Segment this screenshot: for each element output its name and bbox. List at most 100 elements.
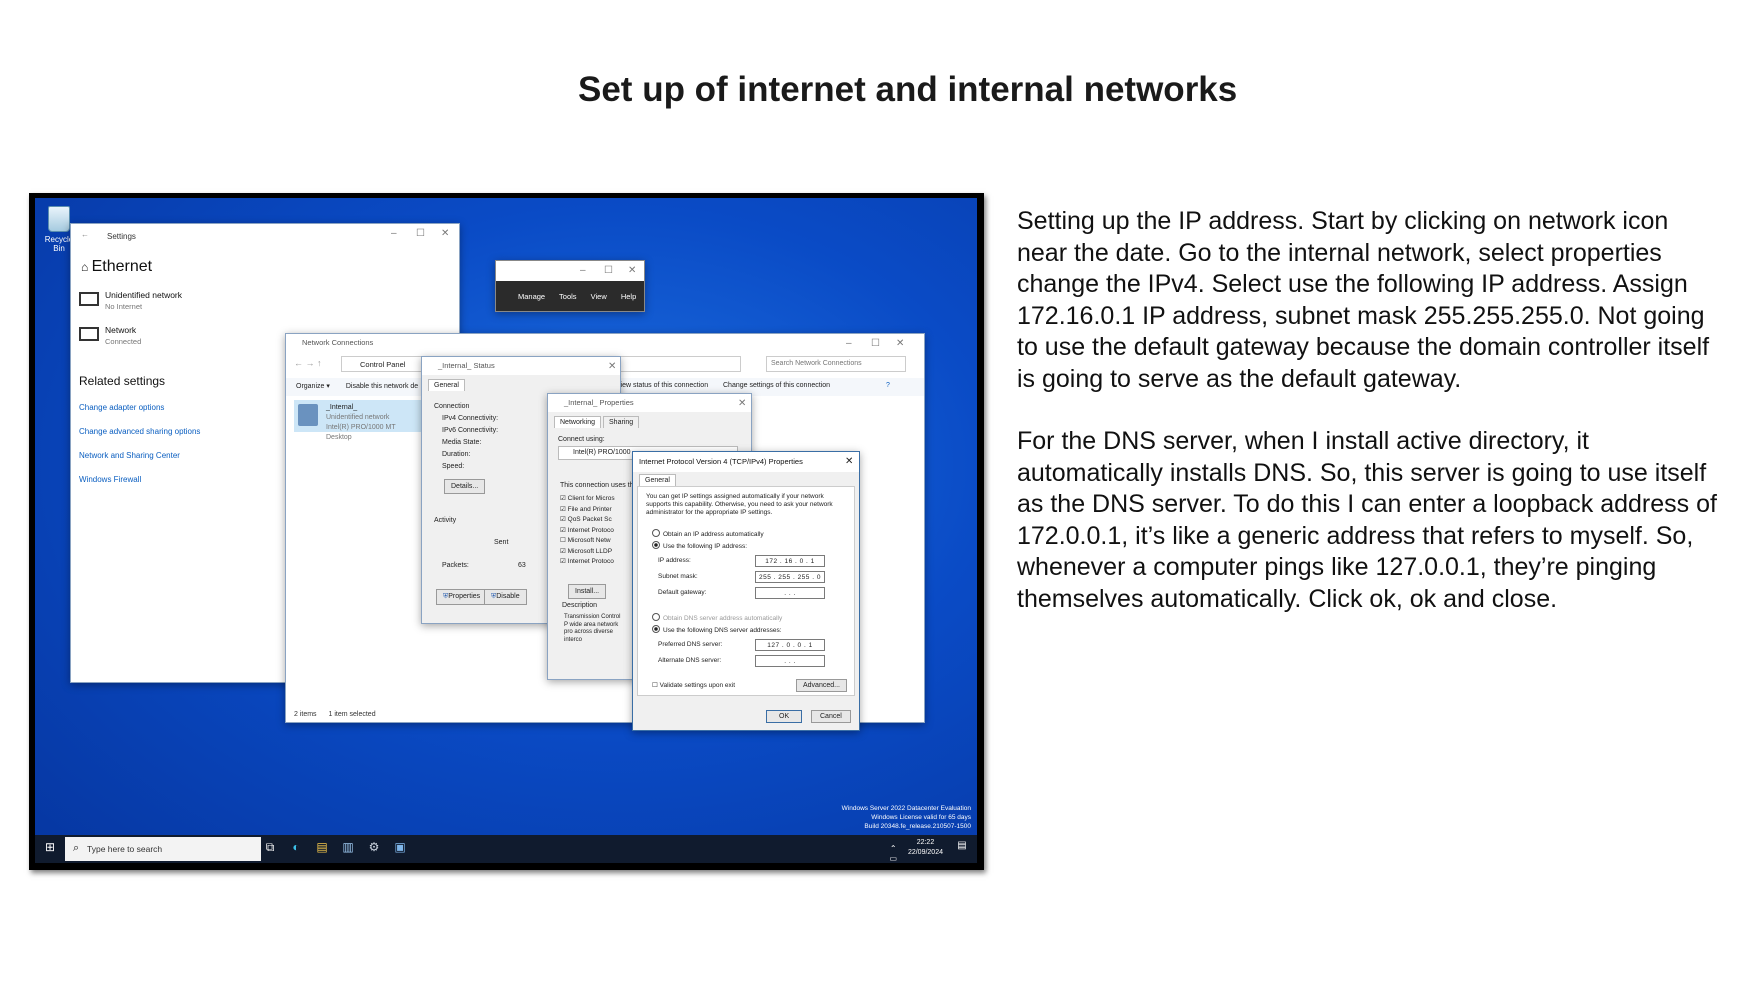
desktop: Recycle Bin ← Settings – ☐ ✕ ⌂ Ethernet … [35,198,977,863]
list-item[interactable]: ☑ Client for Micros [560,494,630,505]
properties-button-label: Properties [448,593,481,600]
list-item[interactable]: ☑ Microsoft LLDP [560,547,630,558]
home-icon: ⌂ [81,260,92,274]
minimize-icon[interactable]: – [846,338,852,349]
properties-button[interactable]: ⛨Properties [436,589,488,605]
list-item[interactable]: ☑ File and Printer [560,505,630,516]
search-input[interactable]: Search Network Connections [766,356,906,372]
watermark-line: Windows License valid for 65 days [871,814,971,821]
connect-using-label: Connect using: [558,436,605,443]
windows-watermark: Windows Server 2022 Datacenter Evaluatio… [842,804,971,831]
edge-icon[interactable]: ◐ [287,840,305,858]
start-windows-icon[interactable]: ⊞ [41,840,59,858]
disable-button-label: Disable [496,593,520,600]
obtain-dns-radio[interactable]: Obtain DNS server address automatically [652,613,782,622]
close-icon[interactable]: ✕ [896,338,904,349]
advanced-button[interactable]: Advanced... [796,679,847,692]
clock-time[interactable]: 22:22 [908,838,943,848]
ip-address-field[interactable]: 172 . 16 . 0 . 1 [755,555,825,567]
slide: Set up of internet and internal networks… [0,0,1743,988]
server-manager-icon[interactable]: ▥ [339,840,357,858]
maximize-icon[interactable]: ☐ [604,265,613,276]
ok-button[interactable]: OK [766,710,803,723]
ip-address-label: IP address: [658,557,691,564]
minimize-icon[interactable]: – [391,228,397,239]
taskbar-search-input[interactable]: Type here to search [65,837,261,861]
activity-heading: Activity [434,517,457,524]
list-item[interactable]: ☑ Internet Protoco [560,557,630,568]
view-status-button[interactable]: View status of this connection [616,382,708,389]
connection-adapter: Intel(R) PRO/1000 MT Desktop [326,424,396,441]
file-explorer-icon[interactable]: ▤ [313,840,331,858]
network-connections-icon[interactable]: ▣ [391,840,409,858]
alternate-dns-field[interactable]: . . . [755,655,825,667]
tab-sharing[interactable]: Sharing [603,416,640,428]
install-button[interactable]: Install... [568,584,607,599]
notification-icon[interactable]: ▤ [953,840,971,858]
default-gateway-label: Default gateway: [658,589,707,596]
disable-button[interactable]: ⛨Disable [484,589,527,605]
organize-button[interactable]: Organize ▾ [296,383,330,390]
list-item[interactable]: ☐ Microsoft Netw [560,536,630,547]
change-settings-button[interactable]: Change settings of this connection [723,382,830,389]
task-view-icon[interactable]: ⧉ [261,840,279,858]
close-icon[interactable]: ✕ [608,361,616,372]
help-icon[interactable]: ? [886,382,890,389]
network-item-unidentified[interactable]: Unidentified network No Internet [71,276,459,311]
network-name: Network [105,325,137,335]
settings-titlebar: ← Settings – ☐ ✕ [71,224,459,246]
subnet-mask-label: Subnet mask: [658,573,698,580]
list-item-label: Microsoft LLDP [567,547,613,555]
ethernet-heading: Ethernet [91,258,153,275]
network-status: Connected [105,337,142,346]
details-button[interactable]: Details... [444,479,486,494]
slide-title: Set up of internet and internal networks [578,70,1238,109]
obtain-ip-radio[interactable]: Obtain an IP address automatically [652,529,764,538]
maximize-icon[interactable]: ☐ [416,228,425,239]
preferred-dns-label: Preferred DNS server: [658,641,723,648]
description-text: Transmission Control P wide area network… [564,614,621,643]
settings-window-title: Settings [107,232,136,241]
tab-general[interactable]: General [428,379,465,391]
default-gateway-field[interactable]: . . . [755,587,825,599]
connection-name: _Internal_ [326,404,358,411]
alternate-dns-label: Alternate DNS server: [658,657,722,664]
preferred-dns-field[interactable]: 127 . 0 . 0 . 1 [755,639,825,651]
settings-gear-icon[interactable]: ⚙ [365,840,383,858]
nav-arrows-icon[interactable]: ← → ↑ [294,358,322,368]
close-icon[interactable]: ✕ [845,456,853,467]
tray-icons[interactable]: ⌃ ▭ ⚐ ♪ [889,844,897,863]
server-manager-menu[interactable]: Manage Tools View Help [496,281,644,311]
use-following-ip-radio[interactable]: Use the following IP address: [652,541,747,550]
internal-connection-item[interactable]: _Internal_ Unidentified network Intel(R)… [294,400,422,441]
validate-checkbox[interactable]: ☐ Validate settings upon exit [652,681,735,689]
list-item-label: Microsoft Netw [567,537,611,544]
ipv4-properties-dialog: Internet Protocol Version 4 (TCP/IPv4) P… [632,451,860,731]
selection-count: 1 item selected [328,711,376,718]
use-following-dns-radio[interactable]: Use the following DNS server addresses: [652,625,782,634]
taskbar: ⊞ Type here to search ⧉ ◐ ▤ ▥ ⚙ ▣ ⌃ ▭ ⚐ … [35,835,977,863]
back-arrow-icon[interactable]: ← [81,230,89,239]
packets-value: 63 [518,562,526,569]
watermark-line: Build 20348.fe_release.210507-1500 [864,823,971,830]
subnet-mask-field[interactable]: 255 . 255 . 255 . 0 [755,571,825,583]
list-item[interactable]: ☑ Internet Protoco [560,526,630,537]
internal-properties-title: _Internal_ Properties [548,394,751,412]
cancel-button[interactable]: Cancel [811,710,851,723]
minimize-icon[interactable]: – [580,265,586,276]
packets-label: Packets: [442,562,469,569]
close-icon[interactable]: ✕ [738,398,746,409]
recycle-bin-label: Recycle Bin [44,235,74,253]
maximize-icon[interactable]: ☐ [871,338,880,349]
close-icon[interactable]: ✕ [628,265,636,276]
component-list: ☑ Client for Micros ☑ File and Printer ☑… [560,494,630,568]
disable-device-button[interactable]: Disable this network de [346,383,418,390]
monitor-network-icon [79,327,99,341]
tab-general[interactable]: General [639,474,676,486]
list-item[interactable]: ☑ QoS Packet Sc [560,515,630,526]
description-heading: Description [562,602,598,609]
list-item-label: File and Printer [567,505,612,513]
clock-date[interactable]: 22/09/2024 [908,848,943,858]
close-icon[interactable]: ✕ [441,228,449,239]
tab-networking[interactable]: Networking [554,416,602,428]
